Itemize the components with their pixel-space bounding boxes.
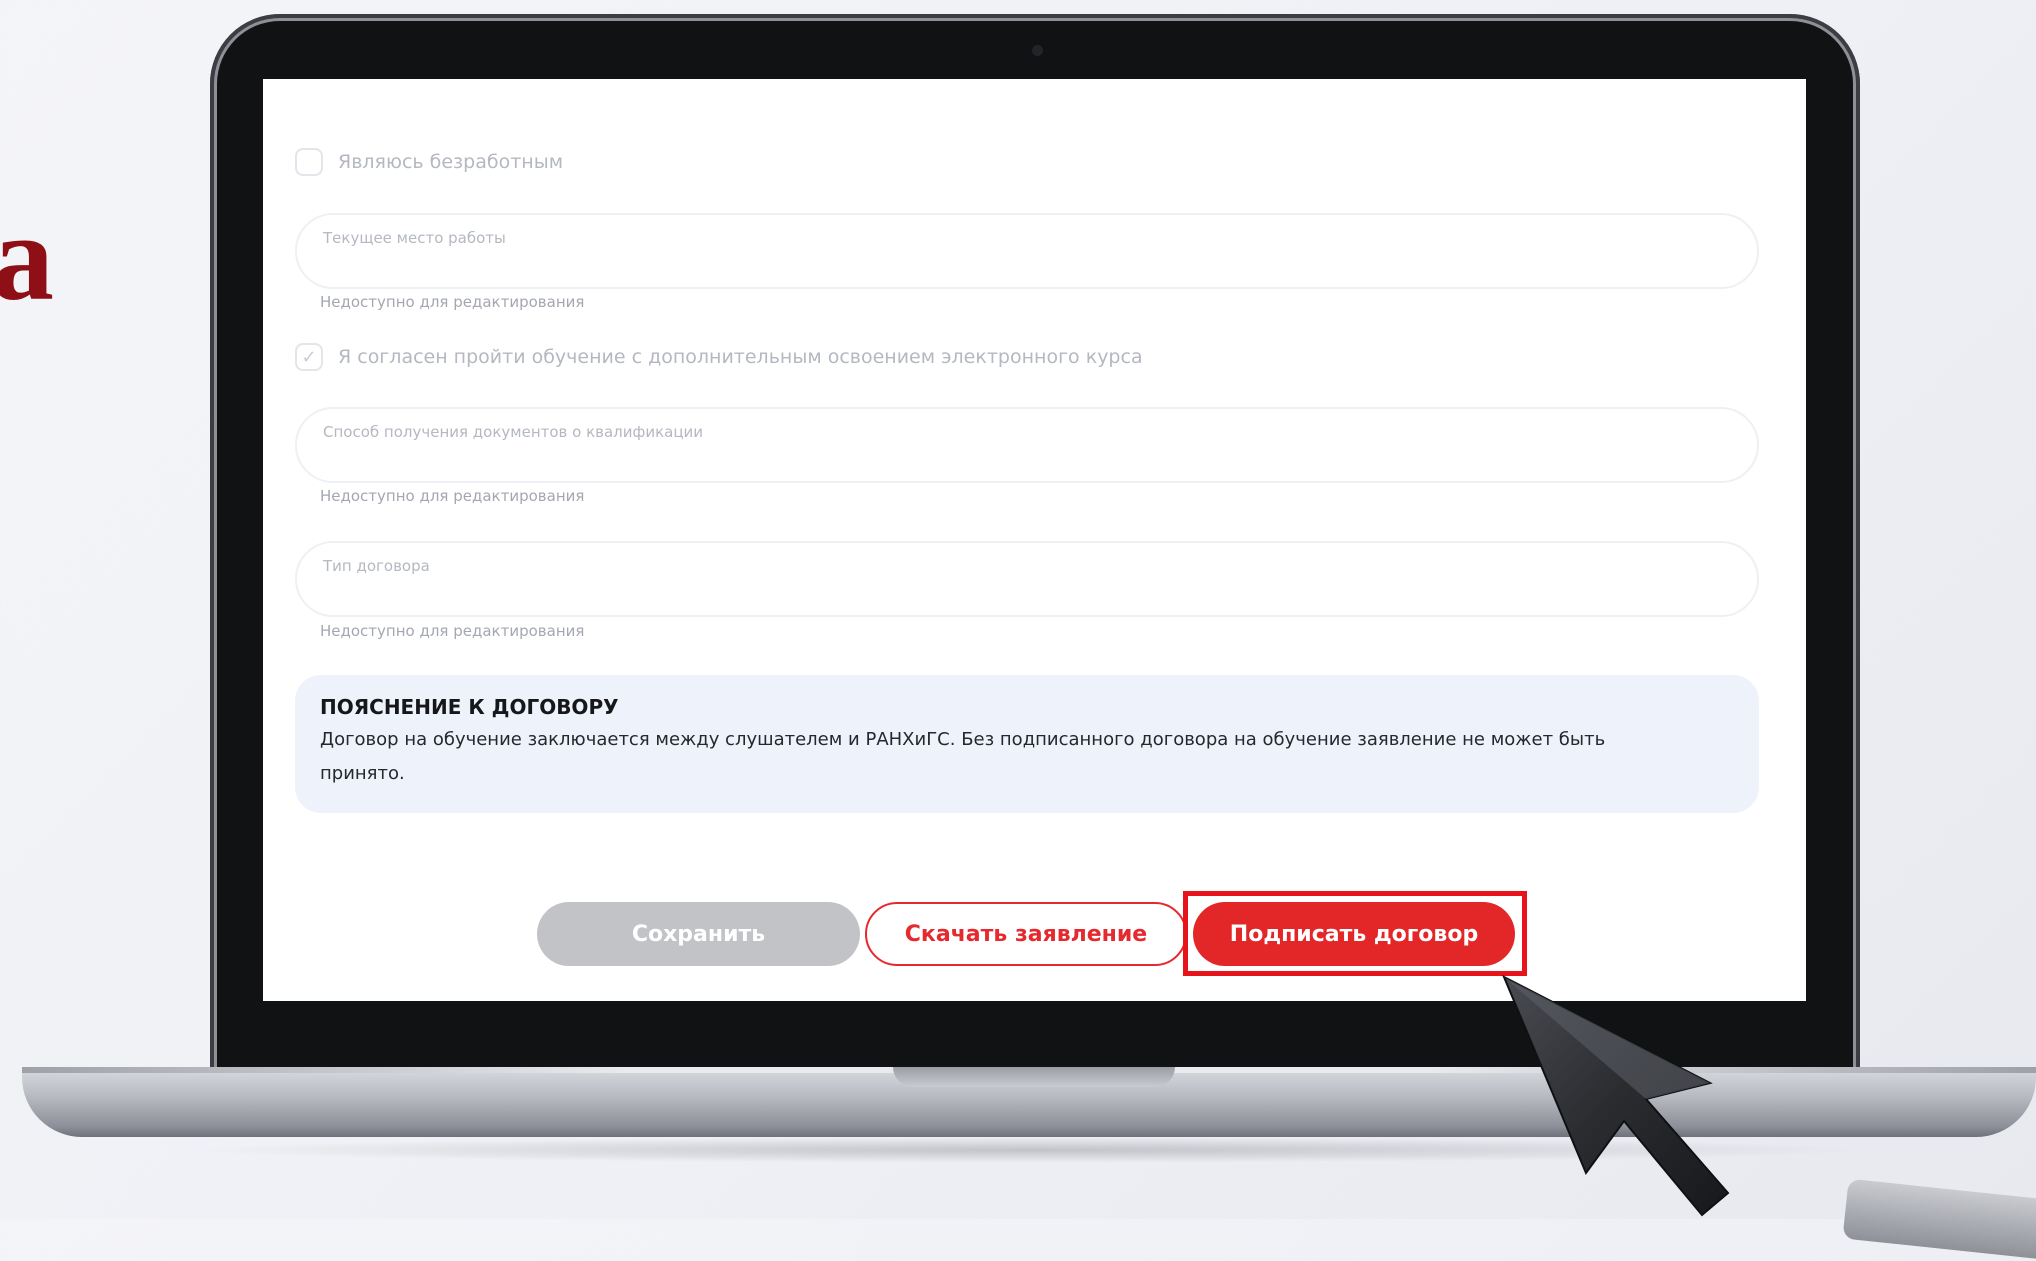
workplace-field-label: Текущее место работы xyxy=(323,229,506,247)
unemployed-checkbox[interactable] xyxy=(295,148,323,176)
download-application-button[interactable]: Скачать заявление xyxy=(865,902,1187,966)
sign-button-highlight-frame xyxy=(1183,891,1527,976)
documents-field[interactable]: Способ получения документов о квалификац… xyxy=(295,407,1759,483)
contract-type-field[interactable]: Тип договора xyxy=(295,541,1759,617)
ecourse-checkbox-row[interactable]: ✓ Я согласен пройти обучение с дополните… xyxy=(295,343,1143,371)
mouse-pointer-icon xyxy=(1502,974,1730,1217)
laptop-screen: Являюсь безработным Текущее место работы… xyxy=(263,79,1806,1001)
contract-explanation-title: ПОЯСНЕНИЕ К ДОГОВОРУ xyxy=(320,695,619,719)
contract-explanation-text: Договор на обучение заключается между сл… xyxy=(320,729,1606,784)
documents-field-label: Способ получения документов о квалификац… xyxy=(323,423,704,441)
corner-device-fragment xyxy=(1842,1178,2036,1261)
ecourse-checkbox[interactable]: ✓ xyxy=(295,343,323,371)
contract-type-field-note: Недоступно для редактирования xyxy=(320,622,585,640)
laptop-opening-notch xyxy=(893,1067,1175,1087)
documents-field-note: Недоступно для редактирования xyxy=(320,487,585,505)
presentation-slide: а Являюсь безработным Текущее место рабо… xyxy=(0,0,2036,1261)
check-icon: ✓ xyxy=(301,346,317,368)
unemployed-checkbox-label: Являюсь безработным xyxy=(338,151,564,173)
contract-explanation-box: ПОЯСНЕНИЕ К ДОГОВОРУ Договор на обучение… xyxy=(295,675,1759,813)
workplace-field[interactable]: Текущее место работы xyxy=(295,213,1759,289)
contract-type-field-label: Тип договора xyxy=(323,557,430,575)
laptop-camera xyxy=(1032,45,1043,56)
save-button[interactable]: Сохранить xyxy=(537,902,860,966)
slide-heading-fragment: а xyxy=(0,189,54,326)
unemployed-checkbox-row[interactable]: Являюсь безработным xyxy=(295,148,563,176)
ecourse-checkbox-label: Я согласен пройти обучение с дополнитель… xyxy=(338,346,1143,368)
workplace-field-note: Недоступно для редактирования xyxy=(320,293,585,311)
